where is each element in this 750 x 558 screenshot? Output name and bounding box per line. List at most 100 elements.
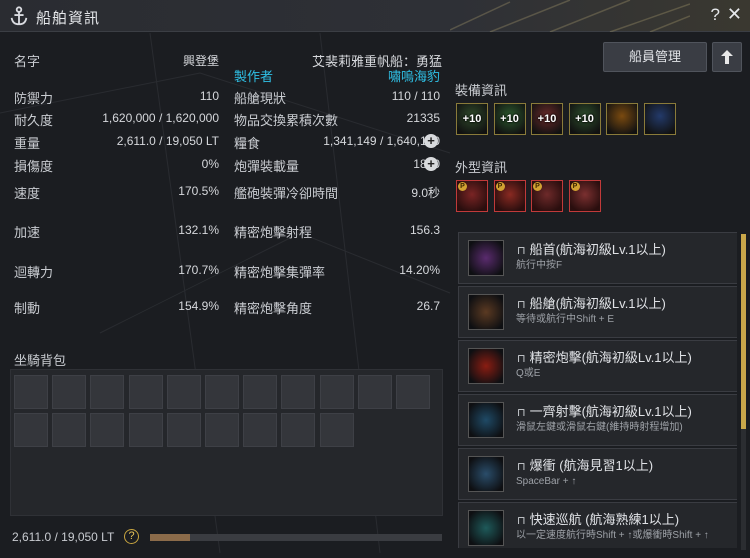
appearance-title: 外型資訊 (455, 160, 508, 175)
crew-management-button[interactable]: 船員管理 (603, 42, 707, 72)
stat-value: 1,620,000 / 1,620,000 (102, 111, 219, 125)
add-cannonball-button[interactable]: + (424, 157, 438, 171)
help-button[interactable]: ? (711, 5, 720, 25)
bag-slot[interactable] (90, 375, 125, 409)
stat-label: 炮彈裝載量 (234, 159, 300, 174)
bag-slot[interactable] (14, 375, 48, 409)
skill-scrollbar[interactable] (741, 234, 746, 550)
premium-badge-icon: P (458, 182, 467, 191)
bag-slot[interactable] (319, 375, 354, 409)
crosshair-icon (468, 348, 504, 384)
enhance-level: +10 (575, 113, 594, 125)
stat-label: 艦砲裝彈冷卻時間 (234, 186, 339, 201)
equip-slot-5[interactable] (606, 103, 638, 135)
bag-slot[interactable] (243, 375, 278, 409)
skill-item[interactable]: ⊓ 爆衝 (航海見習1以上) SpaceBar + ↑ (458, 448, 737, 500)
stat-value: 14.20% (399, 263, 440, 277)
stat-value: 2,611.0 / 19,050 LT (116, 134, 219, 148)
equip-slot-1[interactable]: +10 (456, 103, 488, 135)
stat-value: 110 / 110 (391, 89, 440, 103)
stat-label: 耐久度 (14, 113, 54, 128)
stat-value: 170.7% (178, 263, 219, 277)
stat-label: 精密炮擊射程 (234, 225, 313, 240)
stat-label: 重量 (14, 136, 41, 151)
stat-label: 船艙現狀 (234, 91, 287, 106)
premium-badge-icon: P (570, 182, 580, 191)
weight-bar (150, 534, 442, 541)
bag-slot[interactable] (357, 375, 392, 409)
maker-label: 製作者 (234, 69, 274, 84)
weight-readout: 2,611.0 / 19,050 LT (12, 530, 115, 544)
outfit-slot-1[interactable]: P (456, 180, 488, 212)
stat-value: 21335 (406, 111, 440, 125)
skill-item[interactable]: ⊓ 快速巡航 (航海熟練1以上) 以一定速度航行時Shift + ↑或爆衝時Shif… (458, 502, 737, 548)
swap-icon (721, 50, 733, 64)
scrollbar-thumb[interactable] (741, 234, 746, 429)
equip-slot-6[interactable] (643, 103, 676, 135)
skill-name: ⊓ 船艙(航海初級Lv.1以上) (517, 293, 666, 312)
bag-slot[interactable] (90, 413, 125, 447)
boost-icon (468, 456, 504, 492)
bag-slot[interactable] (52, 413, 87, 447)
cabin-icon (468, 294, 504, 330)
add-food-button[interactable]: + (424, 134, 438, 148)
lock-icon: ⊓ (517, 245, 526, 257)
question-icon[interactable]: ? (124, 529, 139, 544)
outfit-slot-3[interactable]: P (531, 180, 563, 212)
outfit-slot-2[interactable]: P (493, 180, 526, 212)
skill-list: ⊓ 船首(航海初級Lv.1以上) 航行中按F ⊓ 船艙(航海初級Lv.1以上) 等待或航行… (455, 232, 737, 548)
outfit-slot-4[interactable]: P (568, 180, 601, 212)
bag-slot[interactable] (128, 413, 163, 447)
stat-label: 精密炮擊角度 (234, 301, 313, 316)
skill-name: ⊓ 一齊射擊(航海初級Lv.1以上) (517, 401, 692, 420)
skill-item[interactable]: ⊓ 一齊射擊(航海初級Lv.1以上) 滑鼠左鍵或滑鼠右鍵(維持時射程增加) (458, 394, 737, 446)
equip-slot-4[interactable]: +10 (568, 103, 601, 135)
bag-slot[interactable] (396, 375, 430, 409)
enhance-level: +10 (462, 113, 482, 125)
stat-value: 興登堡 (182, 54, 219, 68)
close-button[interactable]: ✕ (727, 4, 742, 25)
skill-title: 一齊射擊(航海初級Lv.1以上) (529, 404, 692, 419)
bag-slot[interactable] (319, 413, 354, 447)
map-decoration (450, 0, 690, 32)
bag-slot[interactable] (205, 375, 239, 409)
bag-slot[interactable] (166, 375, 201, 409)
lock-icon: ⊓ (517, 407, 526, 419)
skill-item[interactable]: ⊓ 船首(航海初級Lv.1以上) 航行中按F (458, 232, 737, 284)
skill-desc: 等待或航行中Shift + E (516, 314, 615, 325)
skill-desc: 滑鼠左鍵或滑鼠右鍵(維持時射程增加) (516, 422, 683, 433)
skill-title: 快速巡航 (航海熟練1以上) (529, 512, 680, 527)
bag-slot[interactable] (281, 375, 316, 409)
bag-slot[interactable] (128, 375, 163, 409)
equip-slot-2[interactable]: +10 (493, 103, 526, 135)
skill-title: 精密炮擊(航海初級Lv.1以上) (529, 350, 692, 365)
bag-slot[interactable] (52, 375, 87, 409)
skill-desc: 以一定速度航行時Shift + ↑或爆衝時Shift + ↑ (516, 530, 709, 541)
mount-bag-title: 坐騎背包 (14, 353, 67, 368)
enhance-level: +10 (537, 113, 557, 125)
equip-slot-3[interactable]: +10 (531, 103, 563, 135)
bag-slot[interactable] (166, 413, 201, 447)
stat-value: 110 (199, 89, 219, 103)
mount-bag (10, 369, 443, 516)
skill-desc: Q或E (516, 368, 541, 379)
skill-item[interactable]: ⊓ 精密炮擊(航海初級Lv.1以上) Q或E (458, 340, 737, 392)
stat-label: 迴轉力 (14, 265, 54, 280)
bag-slot[interactable] (14, 413, 48, 447)
bag-slot[interactable] (281, 413, 316, 447)
skill-name: ⊓ 快速巡航 (航海熟練1以上) (517, 509, 679, 528)
bag-slot[interactable] (205, 413, 239, 447)
stat-label: 名字 (14, 54, 41, 69)
swap-ship-button[interactable] (712, 42, 742, 72)
skill-desc: 航行中按F (516, 260, 563, 271)
skill-item[interactable]: ⊓ 船艙(航海初級Lv.1以上) 等待或航行中Shift + E (458, 286, 737, 338)
stat-label: 損傷度 (14, 159, 54, 174)
stat-label: 糧食 (234, 136, 261, 151)
equipment-title: 裝備資訊 (455, 83, 508, 98)
skill-name: ⊓ 精密炮擊(航海初級Lv.1以上) (517, 347, 692, 366)
skill-title: 船首(航海初級Lv.1以上) (529, 242, 666, 257)
maker-name: 嘯嗚海豹 (388, 69, 441, 84)
weight-bar-fill (150, 534, 190, 541)
bag-slot[interactable] (243, 413, 278, 447)
lock-icon: ⊓ (517, 299, 526, 311)
